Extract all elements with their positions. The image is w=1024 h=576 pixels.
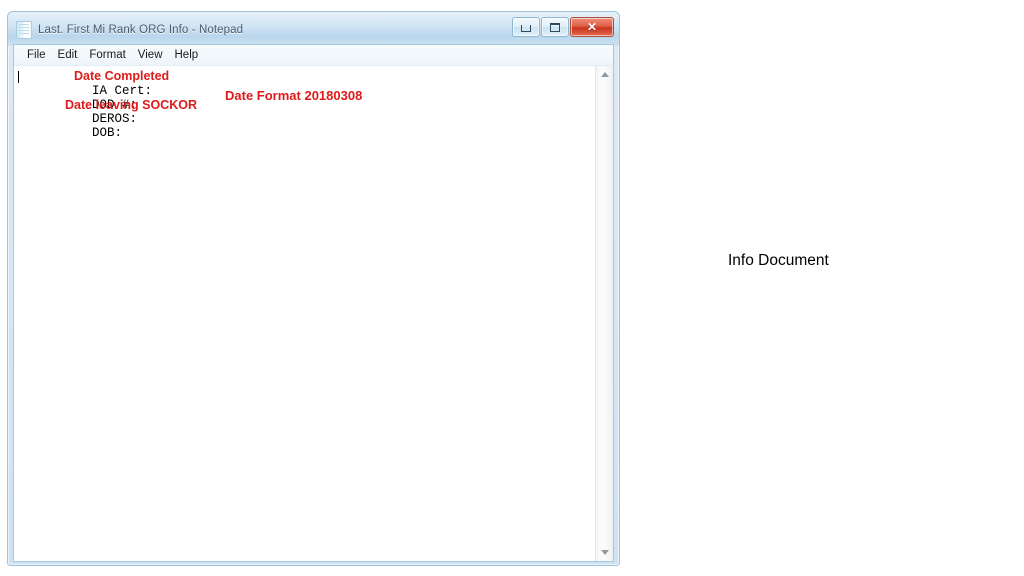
- close-icon: ✕: [586, 20, 598, 34]
- vertical-scrollbar[interactable]: [595, 66, 613, 561]
- annotation-date-format: Date Format 20180308: [225, 88, 363, 103]
- document-line: IA Cert: Date Completed: [17, 69, 595, 98]
- maximize-icon: [550, 22, 560, 32]
- scroll-up-icon: [600, 72, 609, 77]
- edit-region: IA Cert: Date Completed DOD #: DEROS: Da…: [14, 66, 613, 561]
- title-bar[interactable]: Last. First Mi Rank ORG Info - Notepad ✕: [13, 16, 614, 44]
- document-line-text: DOB:: [92, 126, 123, 140]
- scrollbar-track[interactable]: [596, 83, 613, 544]
- window-controls: ✕: [512, 17, 614, 37]
- menu-item-file[interactable]: File: [21, 48, 52, 63]
- notepad-icon: [16, 21, 32, 39]
- scroll-down-button[interactable]: [596, 544, 613, 561]
- menu-item-view[interactable]: View: [132, 48, 169, 63]
- maximize-button[interactable]: [541, 17, 569, 37]
- minimize-button[interactable]: [512, 17, 540, 37]
- window-client-area: File Edit Format View Help IA Cert: Date…: [13, 44, 614, 562]
- scroll-down-icon: [600, 550, 609, 555]
- menu-item-edit[interactable]: Edit: [52, 48, 84, 63]
- close-button[interactable]: ✕: [570, 17, 614, 37]
- scroll-up-button[interactable]: [596, 66, 613, 83]
- notepad-window: Last. First Mi Rank ORG Info - Notepad ✕…: [7, 11, 620, 566]
- menu-item-format[interactable]: Format: [83, 48, 131, 63]
- document-line: DOB:: [17, 112, 595, 140]
- annotation-date-leaving: Date leaving SOCKOR: [65, 98, 197, 112]
- window-title: Last. First Mi Rank ORG Info - Notepad: [38, 24, 244, 36]
- menu-bar: File Edit Format View Help: [14, 45, 613, 66]
- info-document-caption: Info Document: [728, 252, 829, 269]
- minimize-icon: [521, 25, 531, 32]
- menu-item-help[interactable]: Help: [169, 48, 205, 63]
- annotation-date-completed: Date Completed: [74, 69, 170, 83]
- text-editor[interactable]: IA Cert: Date Completed DOD #: DEROS: Da…: [14, 66, 595, 561]
